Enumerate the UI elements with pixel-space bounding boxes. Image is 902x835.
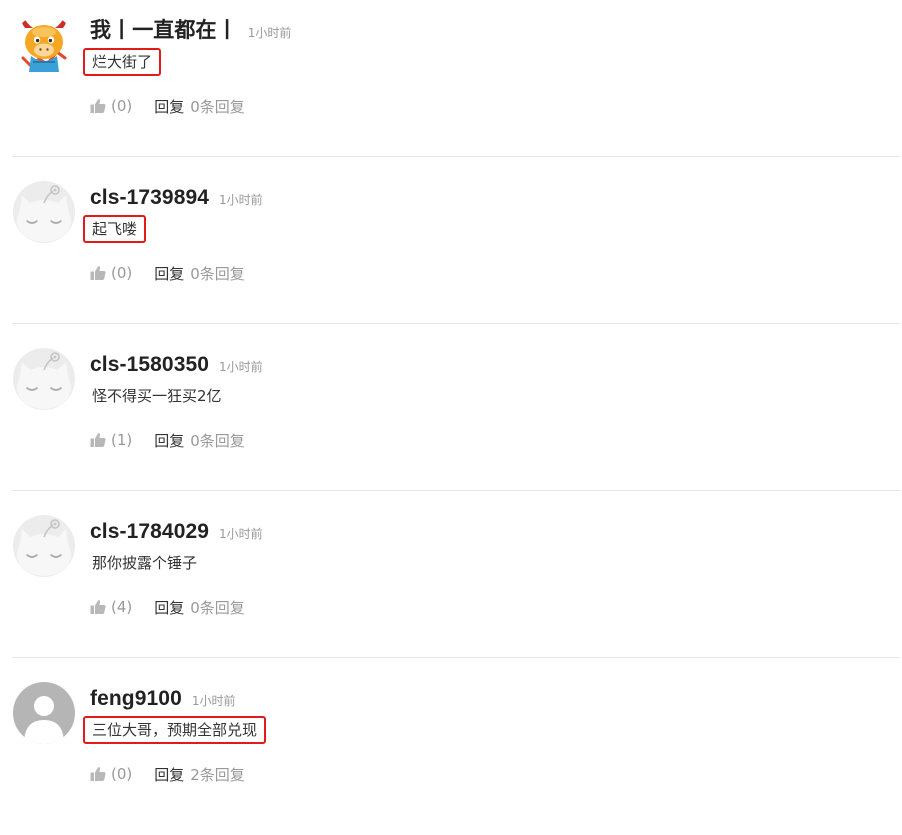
comment-actions: (0) 回复 0条回复 <box>90 263 245 283</box>
like-count: (1) <box>111 431 133 449</box>
username[interactable]: feng9100 <box>90 686 182 712</box>
like-button[interactable]: (0) <box>90 97 132 115</box>
like-count: (4) <box>111 598 133 616</box>
comment-text: 起飞喽 <box>92 220 138 238</box>
thumbs-up-icon <box>90 432 106 448</box>
cat-robot-avatar-icon <box>13 348 75 410</box>
comment-time: 1小时前 <box>247 26 292 40</box>
reply-count-link[interactable]: 0条回复 <box>190 597 245 618</box>
comment-time: 1小时前 <box>219 360 263 374</box>
comment-item: cls-1784029 1小时前 那你披露个锤子 (4) 回复 0条回复 <box>0 501 902 668</box>
comment-body: 怪不得买一狂买2亿 <box>83 382 231 410</box>
comment-time: 1小时前 <box>219 527 263 541</box>
comment-actions: (1) 回复 0条回复 <box>90 430 245 450</box>
username[interactable]: 我丨一直都在丨 <box>90 18 238 44</box>
reply-count-link[interactable]: 0条回复 <box>190 263 245 284</box>
like-count: (0) <box>111 264 133 282</box>
comment-header: cls-1580350 1小时前 <box>90 350 263 378</box>
like-button[interactable]: (0) <box>90 264 132 282</box>
reply-count-link[interactable]: 0条回复 <box>190 430 245 451</box>
comment-text: 怪不得买一狂买2亿 <box>92 387 222 405</box>
comment-actions: (0) 回复 0条回复 <box>90 96 245 116</box>
avatar[interactable] <box>13 14 75 76</box>
comment-text: 烂大街了 <box>92 53 153 71</box>
comment-time: 1小时前 <box>191 694 236 708</box>
divider <box>12 657 900 658</box>
divider <box>12 323 900 324</box>
comment-actions: (0) 回复 2条回复 <box>90 764 245 784</box>
like-count: (0) <box>111 97 133 115</box>
reply-count-link[interactable]: 2条回复 <box>190 764 245 785</box>
comment-item: 我丨一直都在丨 1小时前 烂大街了 (0) 回复 0条回复 <box>0 0 902 167</box>
username[interactable]: cls-1784029 <box>90 519 209 545</box>
comment-body: 那你披露个锤子 <box>83 549 206 577</box>
comment-header: cls-1784029 1小时前 <box>90 517 263 545</box>
person-silhouette-icon <box>13 682 75 744</box>
avatar[interactable] <box>13 682 75 744</box>
highlight-box: 起飞喽 <box>83 215 147 243</box>
divider <box>12 490 900 491</box>
cartoon-ox-avatar-icon <box>13 14 75 76</box>
highlight-box: 烂大街了 <box>83 48 162 76</box>
reply-button[interactable]: 回复 <box>154 430 184 451</box>
thumbs-up-icon <box>90 265 106 281</box>
reply-button[interactable]: 回复 <box>154 263 184 284</box>
avatar[interactable] <box>13 181 75 243</box>
reply-button[interactable]: 回复 <box>154 764 184 785</box>
avatar[interactable] <box>13 348 75 410</box>
like-button[interactable]: (4) <box>90 598 132 616</box>
like-button[interactable]: (0) <box>90 765 132 783</box>
reply-button[interactable]: 回复 <box>154 597 184 618</box>
thumbs-up-icon <box>90 98 106 114</box>
cat-robot-avatar-icon <box>13 515 75 577</box>
thumbs-up-icon <box>90 599 106 615</box>
comment-time: 1小时前 <box>219 193 263 207</box>
comment-item: feng9100 1小时前 三位大哥，预期全部兑现 (0) 回复 2条回复 <box>0 668 902 835</box>
like-button[interactable]: (1) <box>90 431 132 449</box>
comment-item: cls-1739894 1小时前 起飞喽 (0) 回复 0条回复 <box>0 167 902 334</box>
highlight-box: 三位大哥，预期全部兑现 <box>83 716 267 744</box>
comment-header: cls-1739894 1小时前 <box>90 183 263 211</box>
avatar[interactable] <box>13 515 75 577</box>
username[interactable]: cls-1580350 <box>90 352 209 378</box>
username[interactable]: cls-1739894 <box>90 185 209 211</box>
comment-actions: (4) 回复 0条回复 <box>90 597 245 617</box>
divider <box>12 156 900 157</box>
reply-count-link[interactable]: 0条回复 <box>190 96 245 117</box>
comment-item: cls-1580350 1小时前 怪不得买一狂买2亿 (1) 回复 0条回复 <box>0 334 902 501</box>
comment-header: 我丨一直都在丨 1小时前 <box>90 16 291 44</box>
comment-text: 三位大哥，预期全部兑现 <box>92 721 258 739</box>
comment-text: 那你披露个锤子 <box>92 554 198 572</box>
thumbs-up-icon <box>90 766 106 782</box>
like-count: (0) <box>111 765 133 783</box>
reply-button[interactable]: 回复 <box>154 96 184 117</box>
comment-header: feng9100 1小时前 <box>90 684 236 712</box>
cat-robot-avatar-icon <box>13 181 75 243</box>
